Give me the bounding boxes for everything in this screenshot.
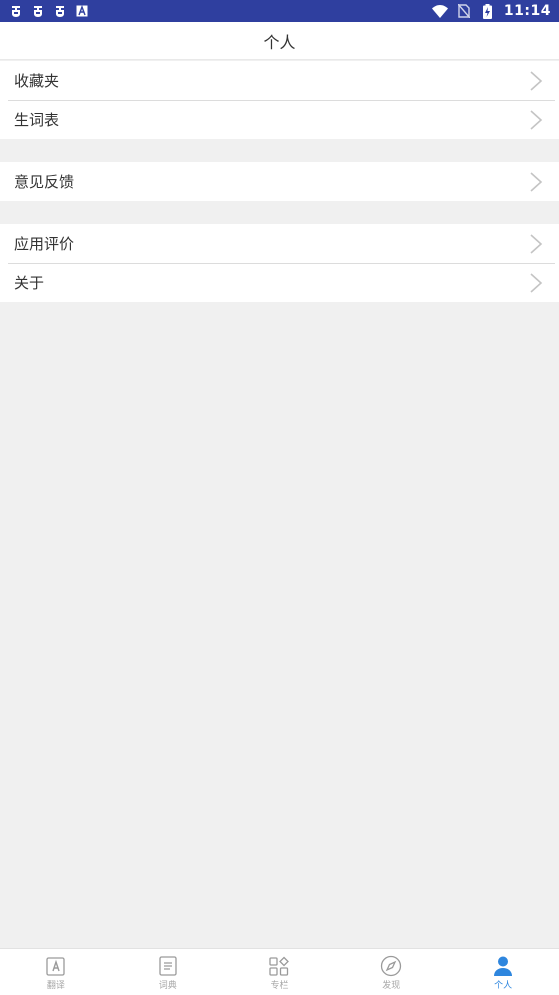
page-title: 个人 xyxy=(263,32,296,52)
menu-item-about[interactable]: 关于 xyxy=(0,263,559,302)
notification-icons xyxy=(8,4,90,18)
clock: 11:14 xyxy=(503,3,551,19)
bug-icon xyxy=(52,4,68,18)
bottom-navigation: 翻译 词典 专栏 发现 个人 xyxy=(0,948,559,995)
tab-translate[interactable]: 翻译 xyxy=(0,949,112,995)
bug-icon xyxy=(30,4,46,18)
menu-item-label: 收藏夹 xyxy=(14,72,60,90)
column-grid-icon xyxy=(268,955,290,977)
tab-dictionary[interactable]: 词典 xyxy=(112,949,224,995)
menu-item-label: 关于 xyxy=(14,274,45,292)
tab-profile[interactable]: 个人 xyxy=(447,949,559,995)
chevron-right-icon xyxy=(529,109,543,131)
tab-label: 个人 xyxy=(494,981,513,991)
menu-item-feedback[interactable]: 意见反馈 xyxy=(0,162,559,201)
menu-group-collections: 收藏夹 生词表 xyxy=(0,61,559,139)
tab-label: 发现 xyxy=(382,981,401,991)
status-bar: 11:14 xyxy=(0,0,559,22)
tab-discover[interactable]: 发现 xyxy=(335,949,447,995)
tab-label: 翻译 xyxy=(46,981,65,991)
compass-icon xyxy=(380,955,402,977)
tab-columns[interactable]: 专栏 xyxy=(224,949,336,995)
dictionary-icon xyxy=(157,955,179,977)
translate-icon xyxy=(45,955,67,977)
system-icons: 11:14 xyxy=(431,3,551,19)
a-icon xyxy=(74,4,90,18)
chevron-right-icon xyxy=(529,171,543,193)
person-icon xyxy=(492,955,514,977)
menu-item-label: 意见反馈 xyxy=(14,173,75,191)
menu-group-about: 应用评价 关于 xyxy=(0,224,559,302)
menu-item-rate-app[interactable]: 应用评价 xyxy=(0,224,559,263)
menu-item-vocabulary[interactable]: 生词表 xyxy=(0,100,559,139)
tab-label: 词典 xyxy=(158,981,177,991)
wifi-icon xyxy=(431,4,448,18)
chevron-right-icon xyxy=(529,70,543,92)
no-sim-icon xyxy=(456,4,472,18)
chevron-right-icon xyxy=(529,233,543,255)
bug-icon xyxy=(8,4,24,18)
menu-item-label: 生词表 xyxy=(14,111,60,129)
menu-group-feedback: 意见反馈 xyxy=(0,162,559,201)
page-header: 个人 xyxy=(0,22,559,60)
menu-item-label: 应用评价 xyxy=(14,235,75,253)
tab-label: 专栏 xyxy=(270,981,289,991)
battery-charging-icon xyxy=(480,3,496,19)
menu-item-favorites[interactable]: 收藏夹 xyxy=(0,61,559,100)
chevron-right-icon xyxy=(529,272,543,294)
